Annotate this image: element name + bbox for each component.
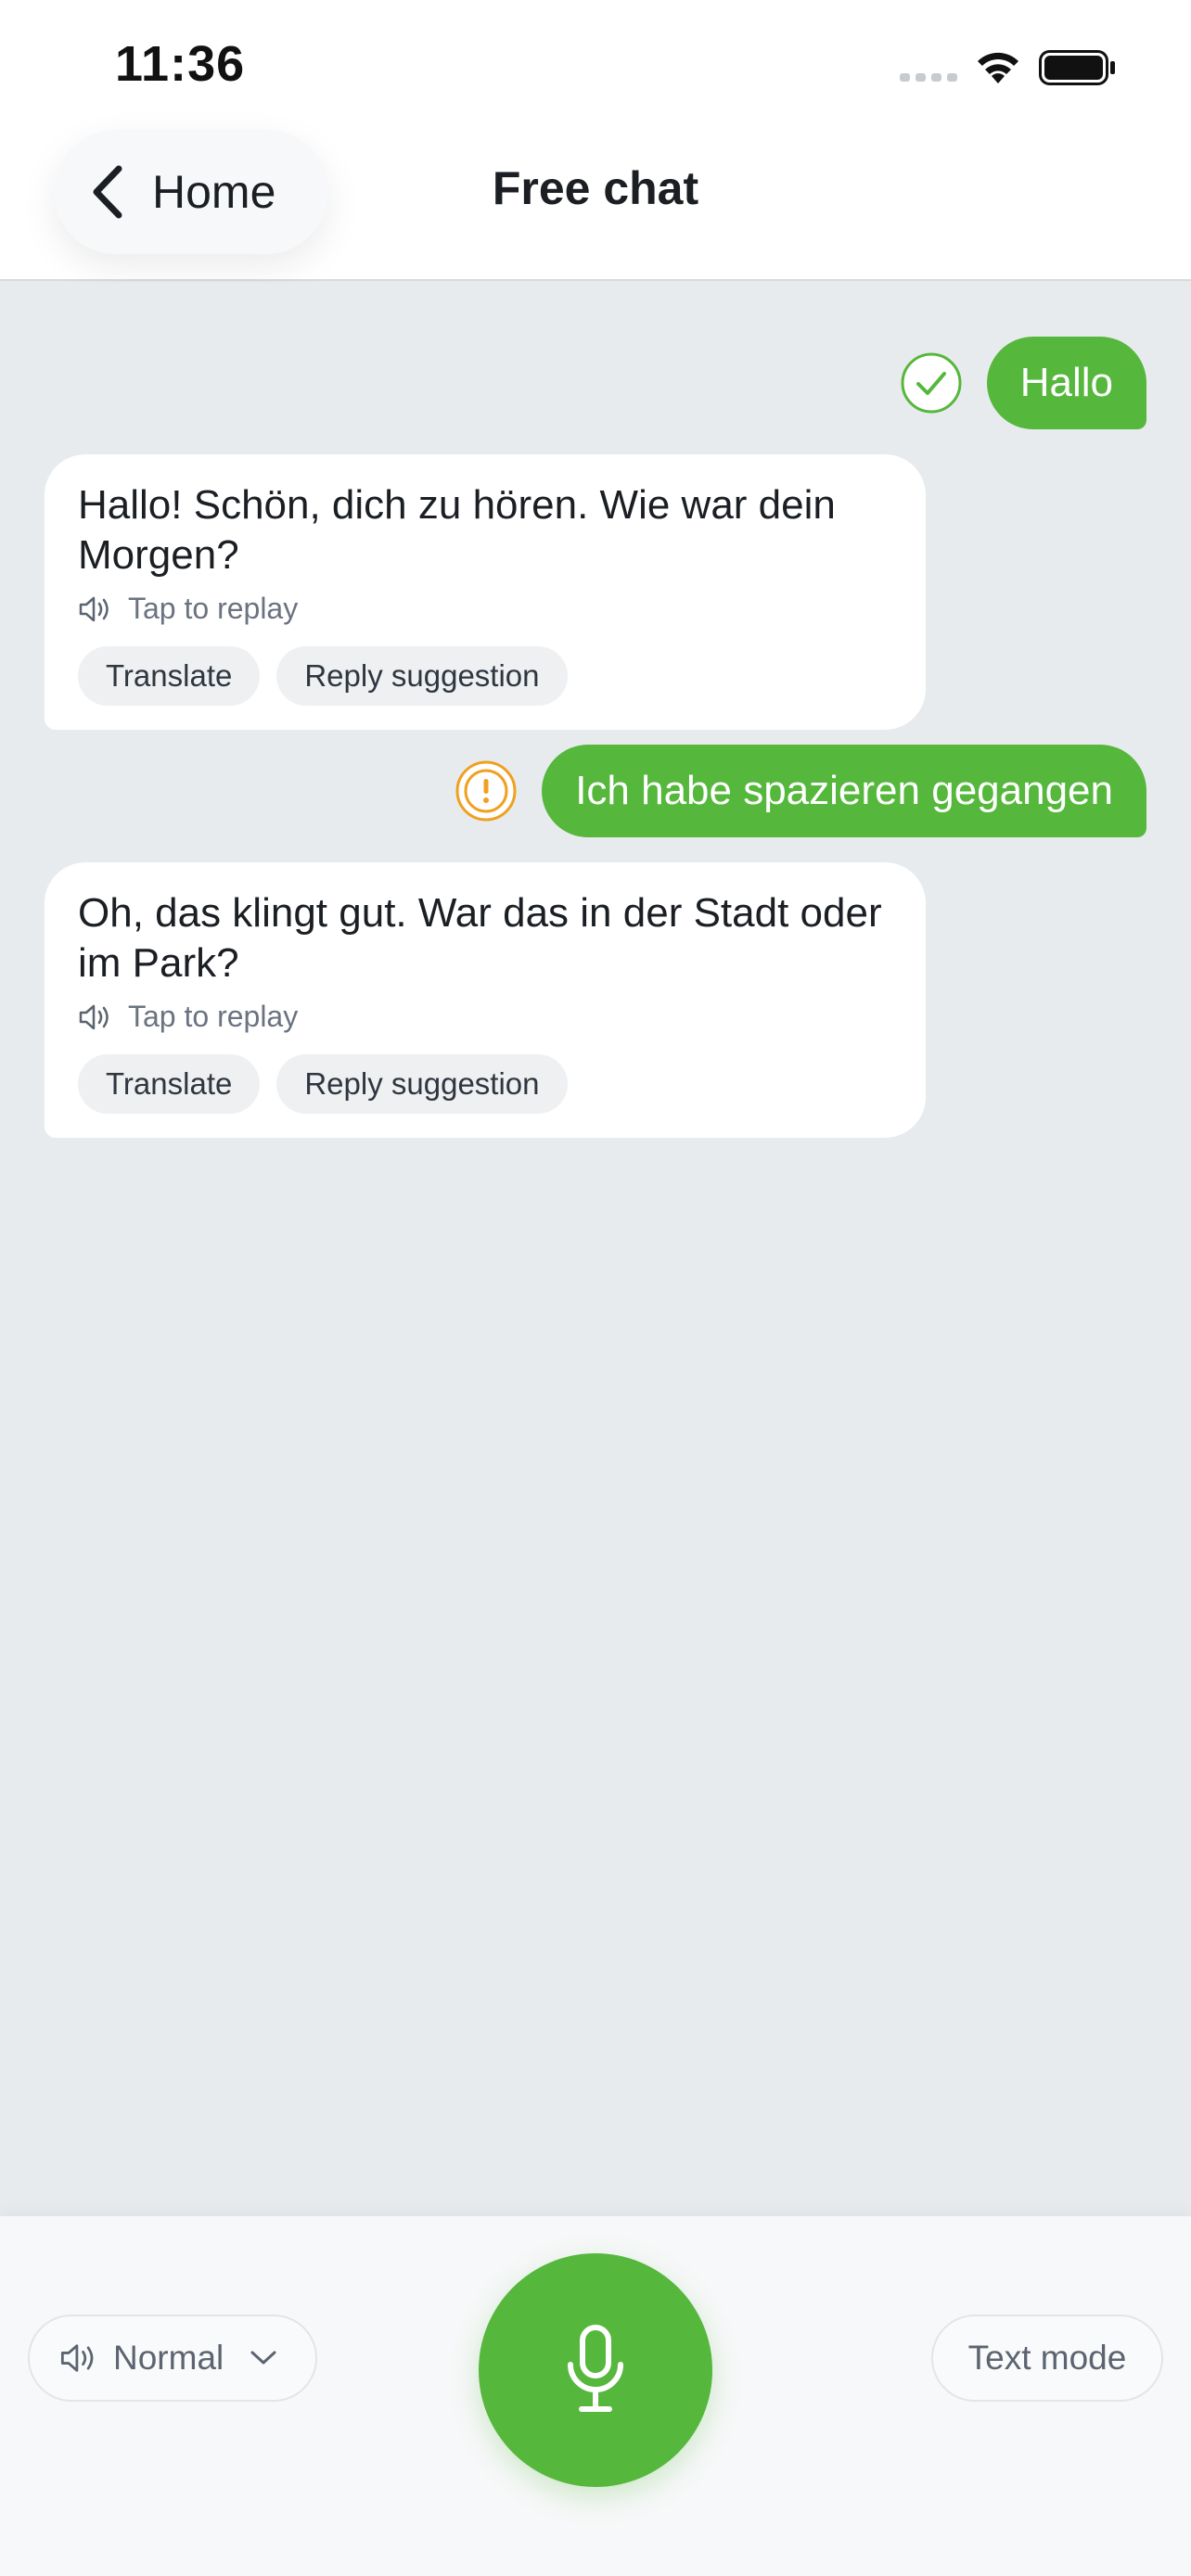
speaker-icon	[79, 1004, 109, 1029]
translate-button[interactable]: Translate	[78, 1054, 261, 1114]
replay-button[interactable]: Tap to replay	[78, 1000, 892, 1034]
check-circle-icon[interactable]	[900, 351, 963, 414]
text-mode-button[interactable]: Text mode	[931, 2315, 1163, 2402]
battery-icon	[1039, 50, 1115, 85]
user-message-row: Ich habe spazieren gegangen	[455, 745, 1146, 837]
speed-label: Normal	[113, 2339, 224, 2377]
nav-bar: Free chat Home	[0, 130, 1191, 281]
home-back-button[interactable]: Home	[54, 130, 328, 254]
home-label: Home	[152, 166, 276, 218]
user-message-bubble[interactable]: Hallo	[986, 337, 1146, 429]
chevron-left-icon	[93, 165, 122, 219]
chevron-down-icon	[250, 2351, 276, 2365]
replay-label: Tap to replay	[128, 592, 299, 625]
speech-speed-dropdown[interactable]: Normal	[28, 2315, 317, 2402]
warning-circle-icon[interactable]	[455, 759, 518, 823]
user-message-row: Hallo	[900, 337, 1146, 429]
microphone-icon	[568, 2325, 623, 2412]
reply-suggestion-button[interactable]: Reply suggestion	[276, 1054, 568, 1114]
replay-label: Tap to replay	[128, 1000, 299, 1033]
translate-button[interactable]: Translate	[78, 646, 261, 706]
chat-area[interactable]: Hallo Hallo! Schön, dich zu hören. Wie w…	[0, 283, 1191, 2216]
message-actions: Translate Reply suggestion	[78, 1054, 892, 1114]
assistant-message-bubble: Oh, das klingt gut. War das in der Stadt…	[45, 862, 926, 1138]
replay-button[interactable]: Tap to replay	[78, 592, 892, 626]
assistant-message-bubble: Hallo! Schön, dich zu hören. Wie war dei…	[45, 454, 926, 730]
speaker-icon	[60, 2344, 94, 2372]
speaker-icon	[79, 596, 109, 621]
reply-suggestion-button[interactable]: Reply suggestion	[276, 646, 568, 706]
status-bar: 11:36	[0, 0, 1191, 130]
assistant-message-text: Hallo! Schön, dich zu hören. Wie war dei…	[78, 482, 836, 578]
microphone-button[interactable]	[479, 2253, 712, 2487]
status-time: 11:36	[115, 36, 246, 92]
user-message-bubble[interactable]: Ich habe spazieren gegangen	[542, 745, 1146, 837]
signal-icon	[900, 73, 957, 82]
bottom-bar: Normal Text mode	[0, 2216, 1191, 2576]
wifi-icon	[978, 52, 1018, 83]
assistant-message-text: Oh, das klingt gut. War das in der Stadt…	[78, 890, 882, 986]
message-actions: Translate Reply suggestion	[78, 646, 892, 706]
